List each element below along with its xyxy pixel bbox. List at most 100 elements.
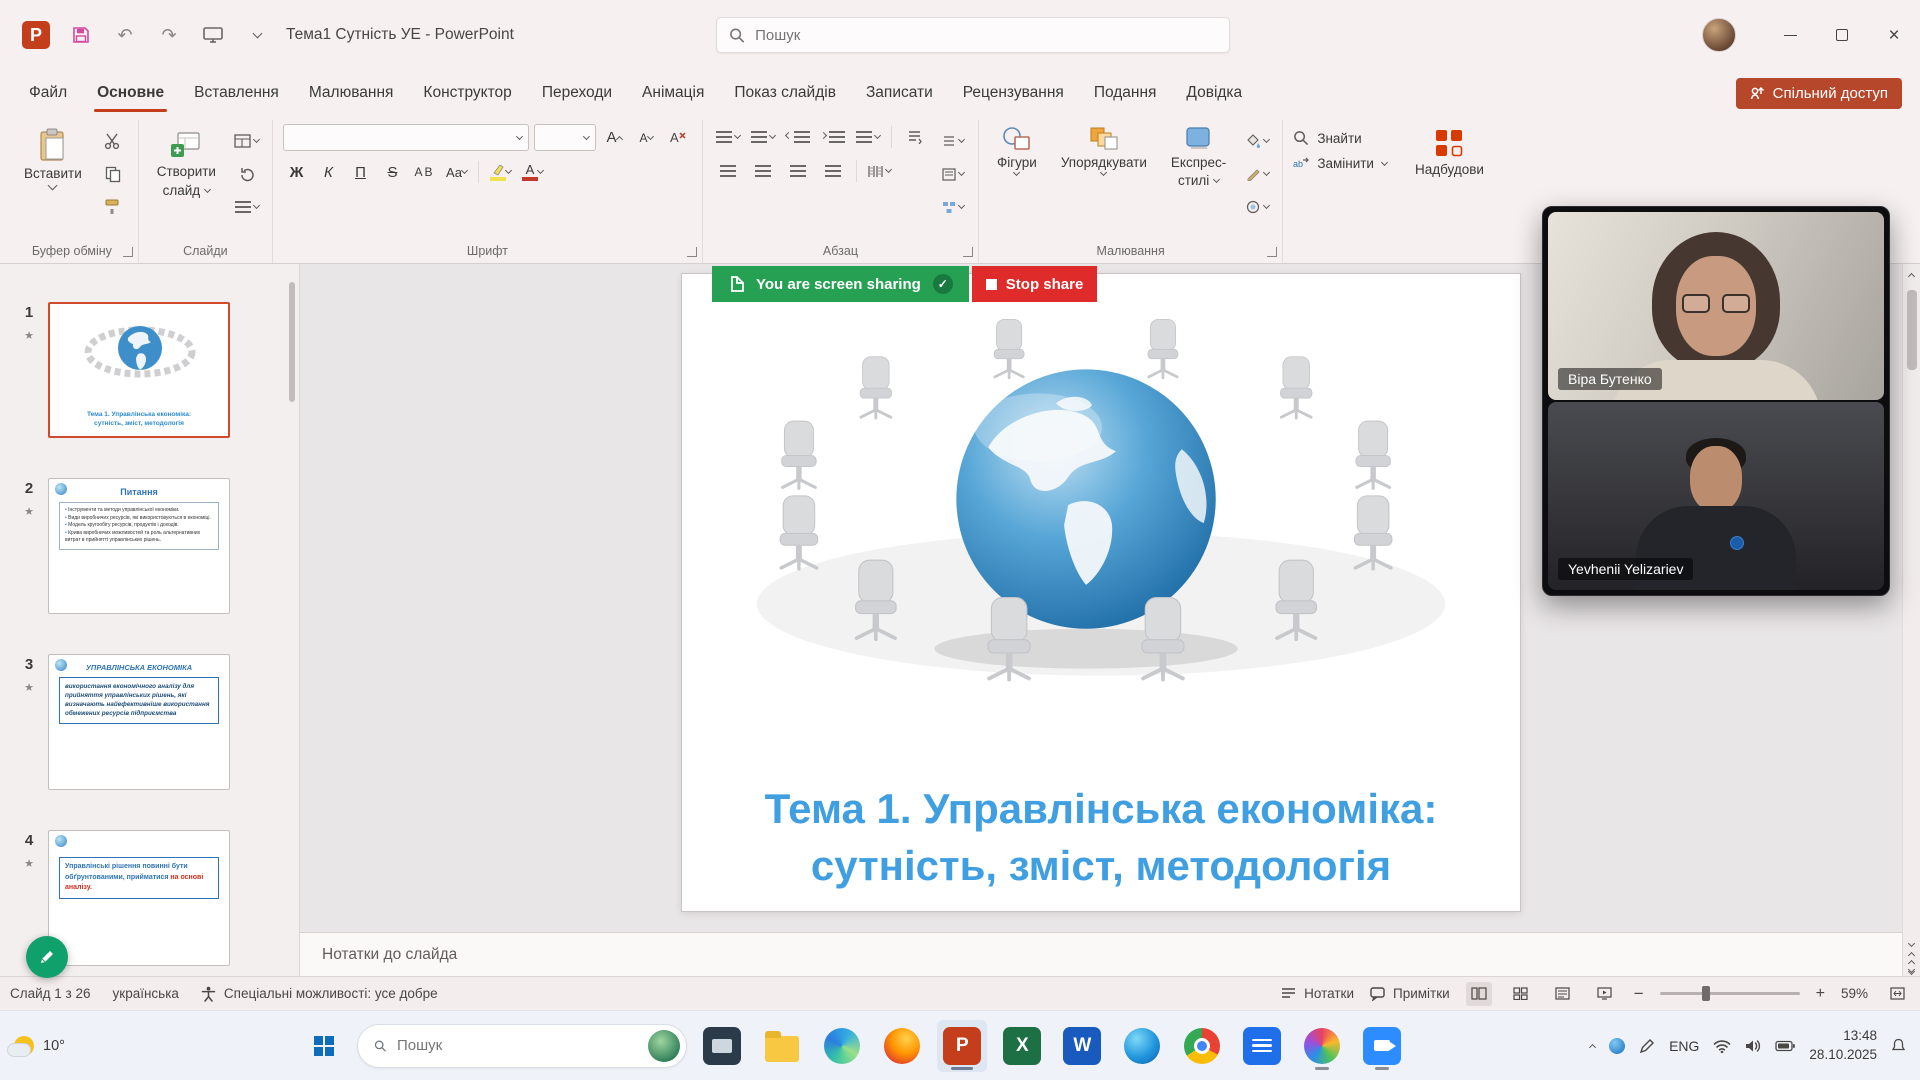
clipboard-dialog-launcher-icon[interactable]: [123, 247, 133, 257]
vertical-align-button[interactable]: [938, 128, 968, 154]
slide-layout-button[interactable]: [232, 128, 262, 154]
shape-outline-button[interactable]: [1242, 161, 1272, 187]
tab-file[interactable]: Файл: [14, 70, 82, 116]
font-size-combo[interactable]: [534, 124, 596, 151]
shape-fill-button[interactable]: [1242, 128, 1272, 154]
format-painter-button[interactable]: [98, 194, 128, 220]
taskbar-icon-edge[interactable]: [817, 1020, 867, 1072]
share-button[interactable]: Спільний доступ: [1736, 78, 1902, 109]
align-center-button[interactable]: [748, 158, 778, 184]
taskbar-icon-powerpoint[interactable]: P: [937, 1020, 987, 1072]
drawing-dialog-launcher-icon[interactable]: [1267, 247, 1277, 257]
taskbar-weather-widget[interactable]: 10°: [0, 1036, 210, 1056]
search-highlight-image[interactable]: [648, 1030, 680, 1062]
slide-title-textbox[interactable]: Тема 1. Управлінська економіка: сутність…: [682, 780, 1520, 894]
hidden-icons-chevron[interactable]: [1589, 1043, 1596, 1050]
clear-formatting-button[interactable]: А: [665, 125, 692, 151]
cut-button[interactable]: [98, 128, 128, 154]
numbering-button[interactable]: [748, 124, 778, 150]
scroll-up-icon[interactable]: [1908, 273, 1915, 280]
text-direction-button[interactable]: [900, 124, 930, 150]
taskbar-icon-browser-sphere[interactable]: [1117, 1020, 1167, 1072]
tab-slideshow[interactable]: Показ слайдів: [719, 70, 851, 116]
zoom-slider-knob[interactable]: [1702, 986, 1710, 1001]
tab-design[interactable]: Конструктор: [408, 70, 526, 116]
align-left-button[interactable]: [713, 158, 743, 184]
volume-icon[interactable]: [1745, 1039, 1761, 1053]
slideshow-view-button[interactable]: [1592, 982, 1618, 1006]
security-shield-icon[interactable]: ✓: [933, 274, 953, 294]
wifi-icon[interactable]: [1713, 1039, 1731, 1053]
paragraph-dialog-launcher-icon[interactable]: [963, 247, 973, 257]
scrollbar-thumb[interactable]: [1907, 290, 1917, 370]
slide-2-thumbnail[interactable]: Питання Інструменти та методи управлінсь…: [48, 478, 230, 614]
zoom-percentage[interactable]: 59%: [1841, 986, 1868, 1001]
tab-view[interactable]: Подання: [1079, 70, 1172, 116]
next-slide-button[interactable]: [1909, 970, 1914, 974]
underline-button[interactable]: П: [347, 159, 374, 185]
title-search-box[interactable]: [716, 17, 1230, 53]
decrease-font-button[interactable]: А: [633, 125, 660, 151]
shapes-button[interactable]: Фігури: [989, 124, 1045, 237]
copy-button[interactable]: [98, 161, 128, 187]
taskbar-icon-notes-app[interactable]: [1237, 1020, 1287, 1072]
undo-button[interactable]: ↶: [112, 22, 138, 48]
tab-review[interactable]: Рецензування: [948, 70, 1079, 116]
text-highlight-button[interactable]: [487, 159, 514, 185]
zoom-in-button[interactable]: +: [1816, 985, 1825, 1003]
paste-button[interactable]: Вставити: [16, 124, 90, 237]
tab-insert[interactable]: Вставлення: [179, 70, 294, 116]
taskbar-icon-excel[interactable]: X: [997, 1020, 1047, 1072]
replace-button[interactable]: ab Замінити: [1293, 156, 1387, 171]
minimize-button[interactable]: [1764, 0, 1816, 70]
taskbar-icon-chrome[interactable]: [1177, 1020, 1227, 1072]
line-spacing-button[interactable]: [853, 124, 883, 150]
accessibility-checker[interactable]: Спеціальні можливості: усе добре: [201, 986, 438, 1002]
save-button[interactable]: [68, 22, 94, 48]
tray-app-icon[interactable]: [1609, 1038, 1625, 1054]
notes-toggle-button[interactable]: Нотатки: [1281, 986, 1354, 1001]
participant-video-2[interactable]: Yevhenii Yelizariev: [1548, 402, 1884, 590]
increase-indent-button[interactable]: [818, 124, 848, 150]
notes-pane[interactable]: Нотатки до слайда: [300, 932, 1902, 976]
align-text-button[interactable]: [938, 161, 968, 187]
tab-draw[interactable]: Малювання: [294, 70, 409, 116]
section-button[interactable]: [232, 194, 262, 220]
tab-transitions[interactable]: Переходи: [527, 70, 627, 116]
taskbar-icon-taskview[interactable]: [697, 1020, 747, 1072]
quick-styles-button[interactable]: Експрес- стилі: [1163, 124, 1234, 237]
columns-button[interactable]: [865, 158, 895, 184]
slide-4-thumbnail[interactable]: Управлінські рішення повинні бути обґрун…: [48, 830, 230, 966]
taskbar-icon-zoom[interactable]: [1357, 1020, 1407, 1072]
strikethrough-button[interactable]: S: [379, 159, 406, 185]
notification-bell-icon[interactable]: [1891, 1038, 1906, 1053]
taskbar-icon-firefox[interactable]: [877, 1020, 927, 1072]
start-button[interactable]: [301, 1023, 347, 1069]
taskbar-icon-explorer[interactable]: [757, 1020, 807, 1072]
tab-record[interactable]: Записати: [851, 70, 948, 116]
font-color-button[interactable]: А: [519, 159, 546, 185]
zoom-slider[interactable]: [1660, 992, 1800, 995]
slide-scrollbar[interactable]: [1902, 264, 1920, 976]
decrease-indent-button[interactable]: [783, 124, 813, 150]
normal-view-button[interactable]: [1466, 982, 1492, 1006]
taskbar-icon-word[interactable]: W: [1057, 1020, 1107, 1072]
font-dialog-launcher-icon[interactable]: [687, 247, 697, 257]
keyboard-language[interactable]: ENG: [1669, 1038, 1699, 1054]
addins-button[interactable]: Надбудови: [1407, 124, 1492, 237]
slide-3-thumbnail[interactable]: УПРАВЛІНСЬКА ЕКОНОМІКА використання екон…: [48, 654, 230, 790]
arrange-button[interactable]: Упорядкувати: [1053, 124, 1155, 237]
slide-counter[interactable]: Слайд 1 з 26: [10, 986, 91, 1001]
shape-effects-button[interactable]: [1242, 194, 1272, 220]
change-case-button[interactable]: Аа: [443, 159, 470, 185]
redo-button[interactable]: ↷: [156, 22, 182, 48]
tab-animations[interactable]: Анімація: [627, 70, 719, 116]
battery-icon[interactable]: [1775, 1040, 1795, 1052]
comments-toggle-button[interactable]: Примітки: [1370, 986, 1450, 1001]
slide-canvas[interactable]: Тема 1. Управлінська економіка: сутність…: [682, 274, 1520, 911]
find-button[interactable]: Знайти: [1293, 130, 1387, 146]
fit-to-window-button[interactable]: [1884, 982, 1910, 1006]
customize-quick-access-button[interactable]: [244, 22, 270, 48]
taskbar-search-input[interactable]: [397, 1037, 638, 1054]
italic-button[interactable]: К: [315, 159, 342, 185]
